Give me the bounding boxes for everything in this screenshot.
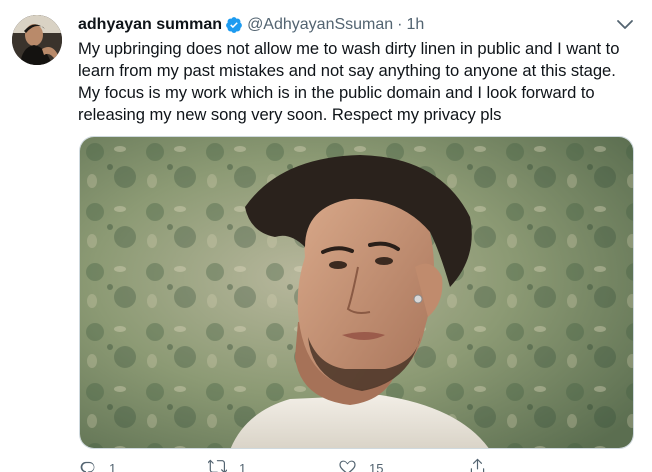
timestamp[interactable]: 1h <box>407 15 425 35</box>
tweet-photo[interactable] <box>79 136 634 449</box>
like-button[interactable]: 15 <box>338 457 468 472</box>
tweet-text-line: learn from my past mistakes and not say … <box>78 61 616 80</box>
tweet-text: My upbringing does not allow me to wash … <box>78 38 636 126</box>
like-icon <box>338 457 357 472</box>
like-count: 15 <box>369 460 384 472</box>
tweet-actions: 1 1 15 <box>78 458 598 472</box>
share-icon <box>468 457 487 472</box>
tweet-text-line: releasing my new song very soon. Respect… <box>78 105 502 124</box>
retweet-count: 1 <box>239 460 247 472</box>
separator-dot: · <box>397 16 403 33</box>
retweet-button[interactable]: 1 <box>206 457 338 472</box>
reply-count: 1 <box>109 460 117 472</box>
tweet-text-line: My upbringing does not allow me to wash … <box>78 39 620 58</box>
share-button[interactable] <box>468 457 598 472</box>
display-name[interactable]: adhyayan summan <box>78 15 222 35</box>
avatar[interactable] <box>12 15 62 65</box>
reply-button[interactable]: 1 <box>78 457 208 472</box>
retweet-icon <box>206 457 228 472</box>
tweet[interactable]: adhyayan summan @AdhyayanSsuman · 1h My … <box>0 0 652 472</box>
tweet-header: adhyayan summan @AdhyayanSsuman · 1h <box>78 14 424 36</box>
caret-down-icon[interactable] <box>616 18 634 32</box>
user-handle[interactable]: @AdhyayanSsuman <box>247 15 393 35</box>
tweet-text-line: My focus is my work which is in the publ… <box>78 83 595 102</box>
reply-icon <box>78 457 97 472</box>
verified-badge-icon <box>225 16 243 34</box>
